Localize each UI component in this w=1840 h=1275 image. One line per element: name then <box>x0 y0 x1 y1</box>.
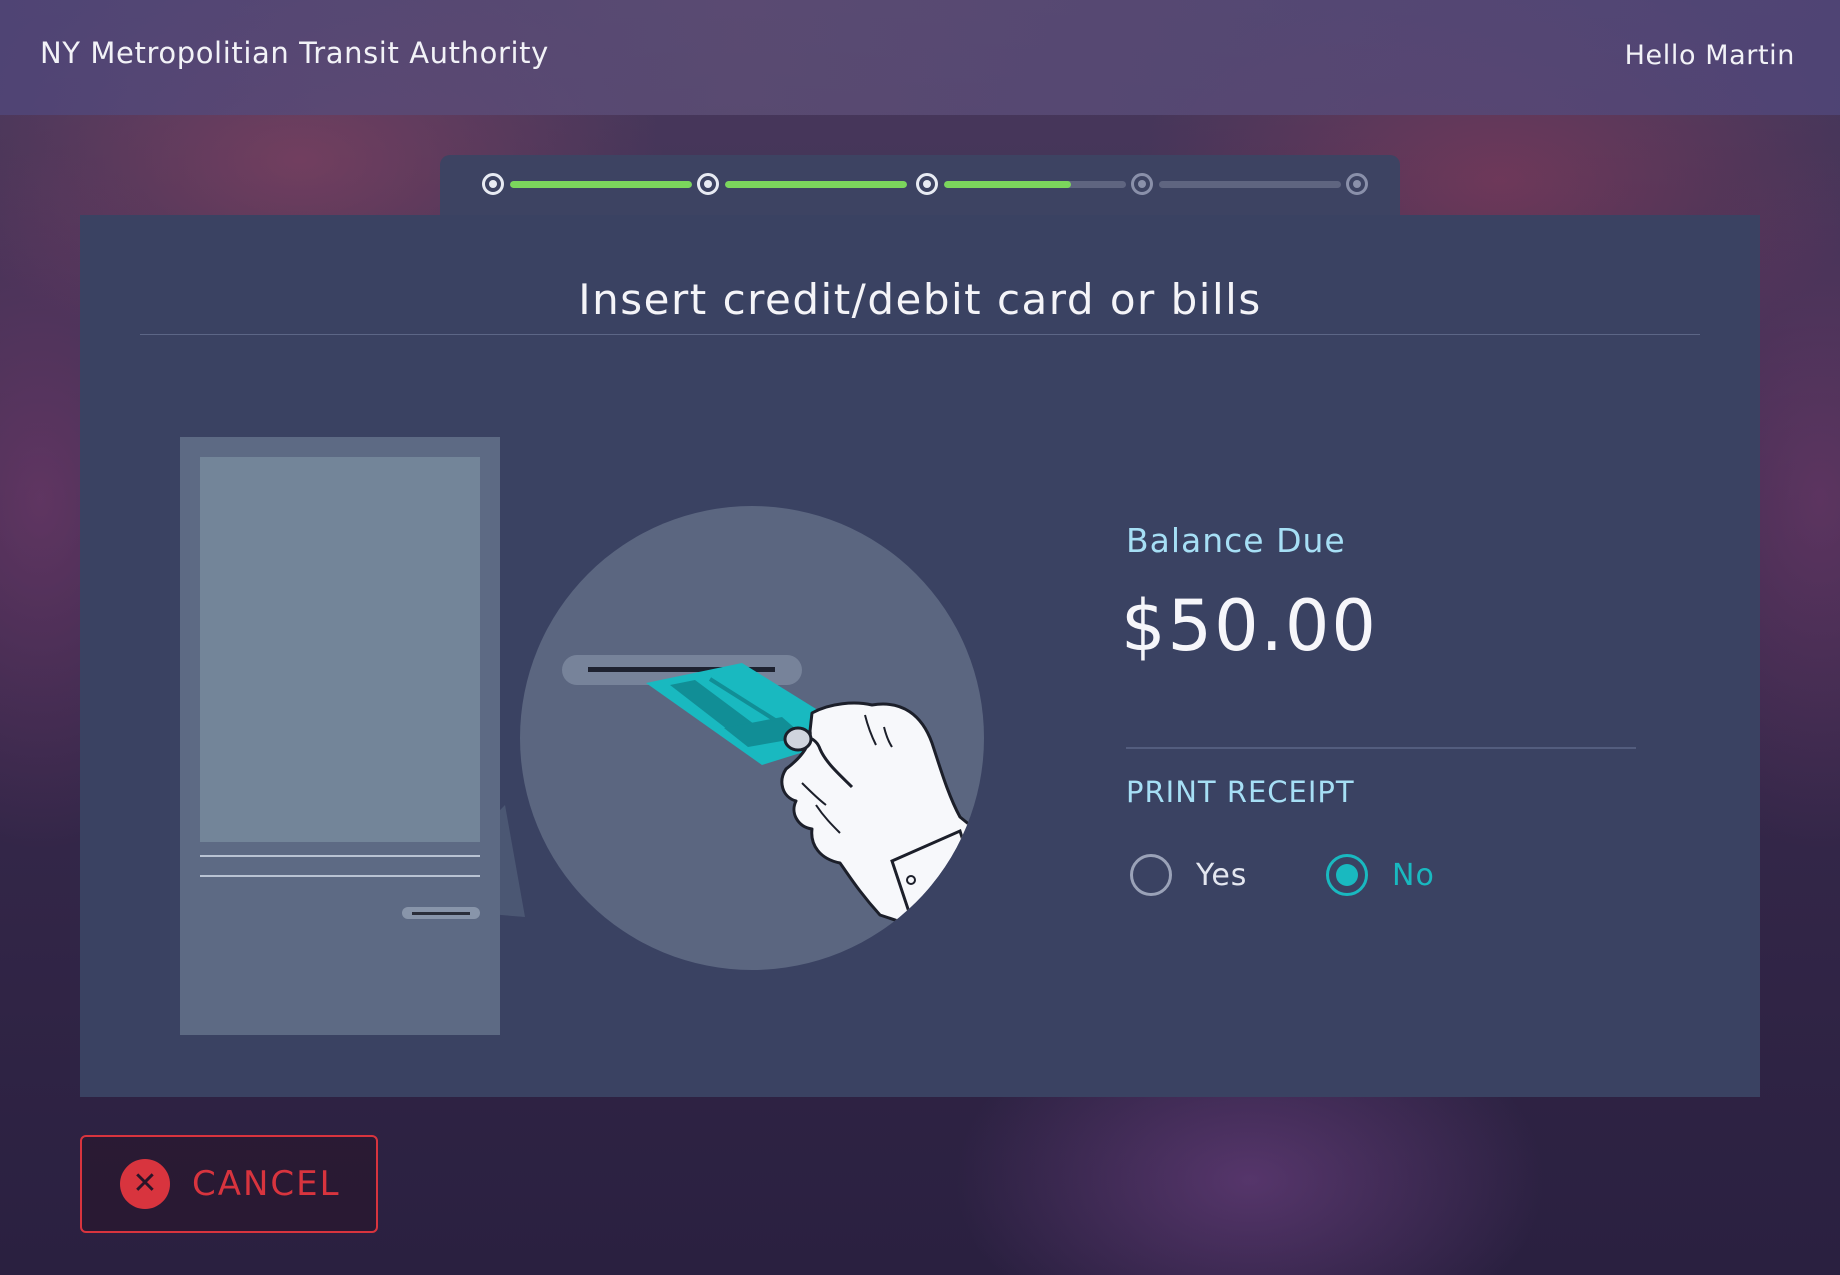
print-receipt-label: PRINT RECEIPT <box>1126 775 1355 809</box>
receipt-no-radio[interactable]: No <box>1326 852 1435 898</box>
progress-stepper <box>440 155 1400 215</box>
step-2-track <box>725 181 907 188</box>
step-2-indicator <box>697 173 719 195</box>
kiosk-line <box>200 875 480 877</box>
step-4-track <box>1159 181 1341 188</box>
step-3-indicator <box>916 173 938 195</box>
radio-checked-icon[interactable] <box>1326 854 1368 896</box>
close-icon[interactable]: ✕ <box>120 1159 170 1209</box>
balance-due-label: Balance Due <box>1126 521 1346 560</box>
step-5-indicator <box>1346 173 1368 195</box>
kiosk-screen <box>200 457 480 842</box>
receipt-yes-label[interactable]: Yes <box>1196 858 1247 893</box>
payment-panel: Insert credit/debit card or bills Balanc… <box>80 215 1760 1097</box>
radio-unchecked-icon[interactable] <box>1130 854 1172 896</box>
header-bar: NY Metropolitian Transit Authority Hello… <box>0 0 1840 115</box>
cancel-button[interactable]: ✕ CANCEL <box>80 1135 378 1233</box>
receipt-no-label[interactable]: No <box>1392 858 1435 893</box>
agency-name: NY Metropolitian Transit Authority <box>40 36 549 70</box>
kiosk-line <box>200 855 480 857</box>
card-insert-illustration <box>520 506 984 970</box>
step-1-indicator <box>482 173 504 195</box>
receipt-yes-radio[interactable]: Yes <box>1130 852 1247 898</box>
step-1-track <box>510 181 692 188</box>
step-3-track <box>944 181 1126 188</box>
user-greeting: Hello Martin <box>1624 40 1795 71</box>
cancel-label[interactable]: CANCEL <box>192 1164 341 1204</box>
step-4-indicator <box>1131 173 1153 195</box>
balance-due-amount: $50.00 <box>1121 585 1378 667</box>
card-slot-icon <box>402 907 480 919</box>
kiosk-machine-icon <box>180 437 500 1035</box>
balance-divider <box>1126 747 1636 749</box>
